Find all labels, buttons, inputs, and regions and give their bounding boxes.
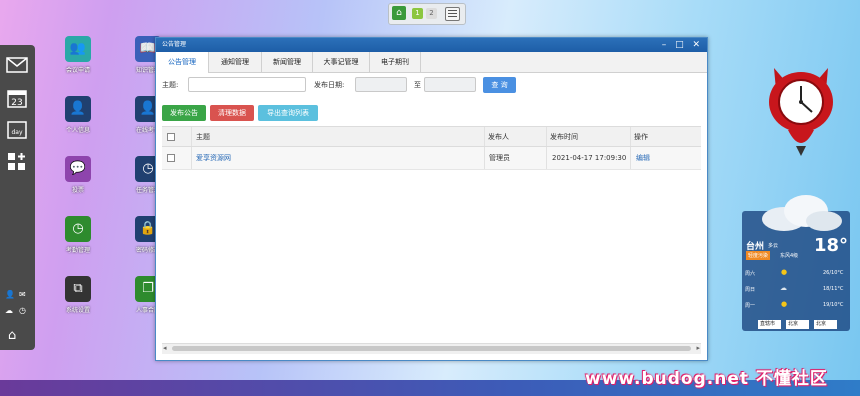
row-time: 2021-04-17 17:09:30 [552,154,627,162]
desktop-page-switcher: ⌂ 1 2 [388,3,466,25]
tab-events[interactable]: 大事记管理 [313,52,370,72]
svg-text:day: day [11,129,22,136]
calendar-icon[interactable]: 23 [6,88,28,108]
tab-announcements[interactable]: 公告管理 [156,52,209,73]
select-all-checkbox[interactable] [167,127,175,146]
tab-journal[interactable]: 电子期刊 [370,52,421,72]
window-titlebar[interactable]: 公告管理 – □ ✕ [156,38,707,52]
scroll-left-icon[interactable]: ◂ [163,344,167,352]
row-edit-link[interactable]: 编辑 [636,147,650,169]
subject-input[interactable] [188,77,306,92]
forecast-row: 周日 ☁ 18/11°C [745,284,844,293]
row-subject-link[interactable]: 爱享资源网 [196,147,231,169]
province-select[interactable]: 直辖市 [758,320,781,329]
scroll-thumb[interactable] [172,346,691,351]
horizontal-scrollbar[interactable]: ◂ ▸ [162,343,701,354]
clock-icon[interactable]: ◷ [19,306,26,315]
day-view-icon[interactable]: day [6,121,28,141]
sun-icon: ● [781,268,788,276]
attendance-icon: ◷ [65,216,91,242]
vote-icon: 💬 [65,156,91,182]
maximize-button[interactable]: □ [675,40,687,50]
mail-icon[interactable] [6,57,28,77]
settings-icon: ⧉ [65,276,91,302]
cloud-icon [762,195,842,231]
add-app-icon[interactable] [6,152,28,172]
publish-button[interactable]: 发布公告 [162,105,206,121]
city-select[interactable]: 北京 [786,320,809,329]
row-publisher: 管理员 [489,154,510,162]
meeting-icon: 👥 [65,36,91,62]
page-1-button[interactable]: 1 [412,8,423,19]
cloud-icon: ☁ [780,284,787,292]
table-header: 主题 发布人 发布时间 操作 [162,126,701,147]
user-icon[interactable]: 👤 [5,290,15,299]
subject-label: 主题: [162,81,179,89]
district-select[interactable]: 北京 [814,320,837,329]
weather-condition: 多云 [768,243,779,249]
mail-small-icon[interactable]: ✉ [19,290,26,299]
watermark: www.budog.net 不懂社区 [585,369,828,389]
window-title: 公告管理 [162,41,187,48]
header-publisher[interactable]: 发布人 [488,127,509,146]
minimize-button[interactable]: – [662,40,670,50]
end-date-input[interactable] [424,77,476,92]
app-meeting[interactable]: 👥 会议申请 [48,36,108,74]
app-person[interactable]: 👤 个人信息 [48,96,108,134]
house-icon[interactable]: ⌂ [392,6,406,20]
svg-text:23: 23 [11,98,22,108]
header-time[interactable]: 发布时间 [550,127,578,146]
weather-temperature: 18° [814,235,849,256]
date-label: 发布日期: [314,81,345,89]
air-quality-badge: 轻度污染 [746,251,771,260]
home-icon[interactable]: ⌂ [8,328,16,343]
tab-news[interactable]: 新闻管理 [262,52,313,72]
weather-icon[interactable]: ☁ [5,306,13,315]
start-date-input[interactable] [355,77,407,92]
tab-notices[interactable]: 通知管理 [209,52,262,72]
clear-data-button[interactable]: 清理数据 [210,105,254,121]
to-label: 至 [414,81,421,89]
sun-icon: ● [781,300,788,308]
announcement-table: 主题 发布人 发布时间 操作 爱享资源网 管理员 2021-04-17 17:0… [162,126,701,170]
tab-bar: 公告管理 通知管理 新闻管理 大事记管理 电子期刊 [156,52,707,73]
page-2-button[interactable]: 2 [426,8,437,19]
query-button[interactable]: 查 询 [483,77,516,93]
table-row: 爱享资源网 管理员 2021-04-17 17:09:30 编辑 [162,147,701,170]
person-icon: 👤 [65,96,91,122]
weather-widget: 台州 多云 轻度污染 东风4级 18° 周六 ● 26/10°C 周日 ☁ 18… [742,195,850,331]
row-checkbox[interactable] [167,147,175,169]
header-action: 操作 [634,132,648,141]
close-button[interactable]: ✕ [692,40,703,50]
weather-wind: 东风4级 [780,253,799,259]
scroll-right-icon[interactable]: ▸ [696,344,700,352]
header-subject[interactable]: 主题 [196,127,210,146]
list-view-icon[interactable] [445,7,460,21]
left-dock: 23 day 👤 ✉ ☁ ◷ ⌂ [0,45,35,350]
app-attendance[interactable]: ◷ 考勤管理 [48,216,108,254]
app-settings[interactable]: ⧉ 系统设置 [48,276,108,314]
announcement-window: 公告管理 – □ ✕ 公告管理 通知管理 新闻管理 大事记管理 电子期刊 主题:… [155,37,708,361]
forecast-row: 周六 ● 26/10°C [745,268,844,277]
search-bar: 主题: 发布日期: 至 查 询 [156,76,707,94]
alarm-clock-widget [766,60,836,156]
forecast-row: 周一 ● 19/10°C [745,300,844,309]
export-button[interactable]: 导出查询列表 [258,105,318,121]
app-vote[interactable]: 💬 投票 [48,156,108,194]
